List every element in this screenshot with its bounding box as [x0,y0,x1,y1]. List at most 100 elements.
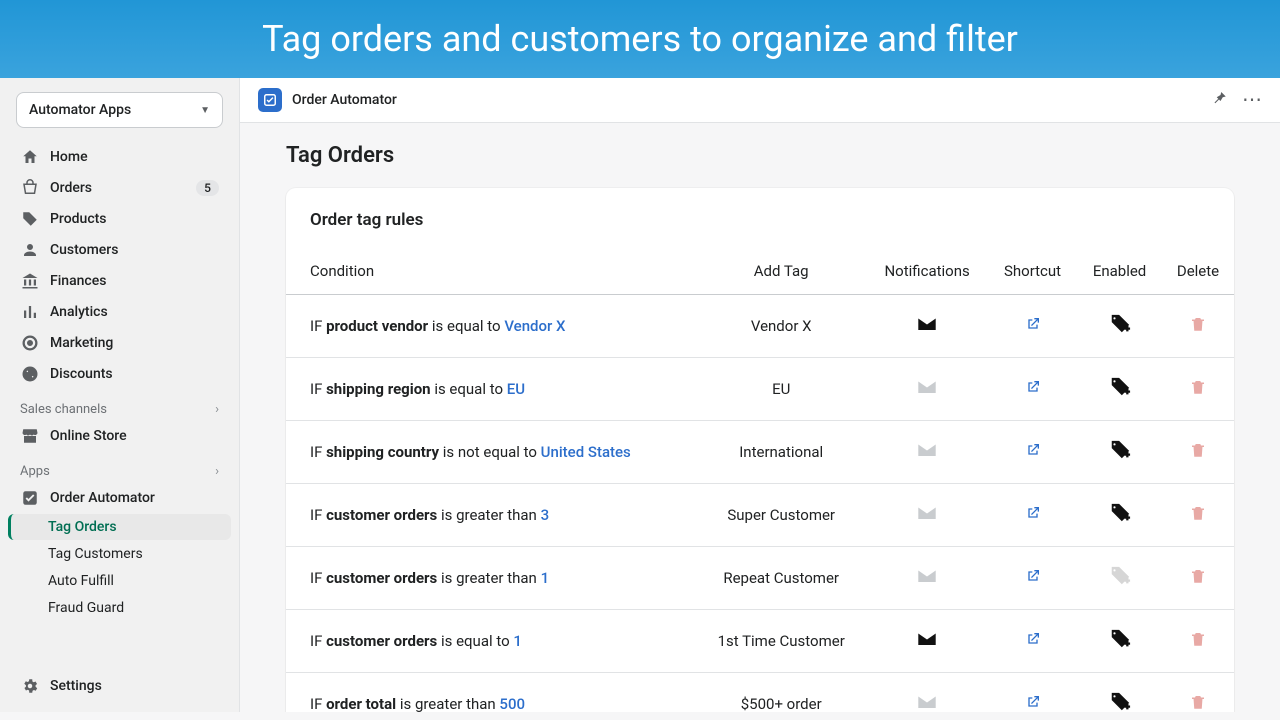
apps-heading[interactable]: Apps › [8,460,231,483]
enabled-toggle[interactable] [1109,376,1131,398]
shortcut-link[interactable] [1025,379,1041,395]
nav-badge: 5 [196,180,219,196]
sidebar-subitem-tag-customers[interactable]: Tag Customers [8,541,231,567]
delete-button[interactable] [1189,504,1207,522]
col-notifications: Notifications [866,248,988,295]
notification-toggle[interactable] [916,691,938,712]
chevron-right-icon: › [215,402,219,417]
table-row: IF shipping country is not equal to Unit… [286,421,1234,484]
home-icon [20,147,40,167]
check-icon [20,488,40,508]
target-icon [20,333,40,353]
gear-icon [20,676,40,696]
nav-label: Discounts [50,366,113,382]
nav-label: Home [50,149,88,165]
enabled-toggle[interactable] [1109,628,1131,650]
nav-label: Analytics [50,304,108,320]
delete-button[interactable] [1189,378,1207,396]
enabled-toggle[interactable] [1109,313,1131,335]
hero-title: Tag orders and customers to organize and… [0,18,1280,60]
cell-tag: Vendor X [696,295,866,358]
sales-channels-heading[interactable]: Sales channels › [8,398,231,421]
enabled-toggle[interactable] [1109,439,1131,461]
chevron-right-icon: › [215,464,219,479]
table-row: IF shipping region is equal to EU EU [286,358,1234,421]
table-row: IF customer orders is greater than 1 Rep… [286,547,1234,610]
shortcut-link[interactable] [1025,568,1041,584]
pin-icon[interactable] [1210,89,1228,111]
sidebar-subitem-tag-orders[interactable]: Tag Orders [8,514,231,540]
sidebar-item-analytics[interactable]: Analytics [8,297,231,327]
col-add-tag: Add Tag [696,248,866,295]
cell-condition: IF customer orders is greater than 1 [286,547,696,610]
app-name: Order Automator [292,92,397,108]
cell-tag: Super Customer [696,484,866,547]
sidebar-item-order-automator[interactable]: Order Automator [8,483,231,513]
hero-banner: Tag orders and customers to organize and… [0,0,1280,78]
more-icon[interactable]: ⋯ [1242,89,1262,111]
notification-toggle[interactable] [916,439,938,461]
app-selector-dropdown[interactable]: Automator Apps ▼ [16,92,223,128]
table-row: IF order total is greater than 500 $500+… [286,673,1234,713]
orders-icon [20,178,40,198]
shortcut-link[interactable] [1025,442,1041,458]
shortcut-link[interactable] [1025,694,1041,710]
table-row: IF customer orders is greater than 3 Sup… [286,484,1234,547]
sidebar-item-orders[interactable]: Orders5 [8,173,231,203]
sidebar: Automator Apps ▼ Home Orders5 Products Cust… [0,78,240,712]
card-title: Order tag rules [286,210,1234,248]
cell-tag: EU [696,358,866,421]
sidebar-item-settings[interactable]: Settings [8,671,231,701]
col-shortcut: Shortcut [988,248,1077,295]
notification-toggle[interactable] [916,376,938,398]
nav-label: Products [50,211,107,227]
sidebar-item-online-store[interactable]: Online Store [8,421,231,451]
tag-icon [20,209,40,229]
delete-button[interactable] [1189,693,1207,711]
notification-toggle[interactable] [916,502,938,524]
sidebar-subitem-auto-fulfill[interactable]: Auto Fulfill [8,568,231,594]
enabled-toggle[interactable] [1109,565,1131,587]
person-icon [20,240,40,260]
sidebar-item-discounts[interactable]: Discounts [8,359,231,389]
percent-icon [20,364,40,384]
app-icon [258,88,282,112]
caret-down-icon: ▼ [200,105,210,116]
delete-button[interactable] [1189,567,1207,585]
notification-toggle[interactable] [916,565,938,587]
sidebar-item-marketing[interactable]: Marketing [8,328,231,358]
cell-condition: IF customer orders is equal to 1 [286,610,696,673]
sidebar-item-home[interactable]: Home [8,142,231,172]
sidebar-item-customers[interactable]: Customers [8,235,231,265]
rules-table: Condition Add Tag Notifications Shortcut… [286,248,1234,712]
col-delete: Delete [1162,248,1234,295]
col-enabled: Enabled [1077,248,1162,295]
cell-condition: IF shipping country is not equal to Unit… [286,421,696,484]
shortcut-link[interactable] [1025,631,1041,647]
bank-icon [20,271,40,291]
delete-button[interactable] [1189,630,1207,648]
delete-button[interactable] [1189,315,1207,333]
shortcut-link[interactable] [1025,505,1041,521]
cell-tag: International [696,421,866,484]
cell-tag: $500+ order [696,673,866,713]
main-content: Order Automator ⋯ Tag Orders Order tag r… [240,78,1280,712]
page-title: Tag Orders [286,143,1234,168]
table-row: IF product vendor is equal to Vendor X V… [286,295,1234,358]
notification-toggle[interactable] [916,628,938,650]
sidebar-item-finances[interactable]: Finances [8,266,231,296]
col-condition: Condition [286,248,696,295]
nav-label: Customers [50,242,118,258]
cell-condition: IF product vendor is equal to Vendor X [286,295,696,358]
shortcut-link[interactable] [1025,316,1041,332]
enabled-toggle[interactable] [1109,502,1131,524]
delete-button[interactable] [1189,441,1207,459]
bars-icon [20,302,40,322]
sidebar-subitem-fraud-guard[interactable]: Fraud Guard [8,595,231,621]
notification-toggle[interactable] [916,313,938,335]
cell-condition: IF customer orders is greater than 3 [286,484,696,547]
cell-tag: Repeat Customer [696,547,866,610]
nav-label: Marketing [50,335,113,351]
enabled-toggle[interactable] [1109,691,1131,712]
sidebar-item-products[interactable]: Products [8,204,231,234]
